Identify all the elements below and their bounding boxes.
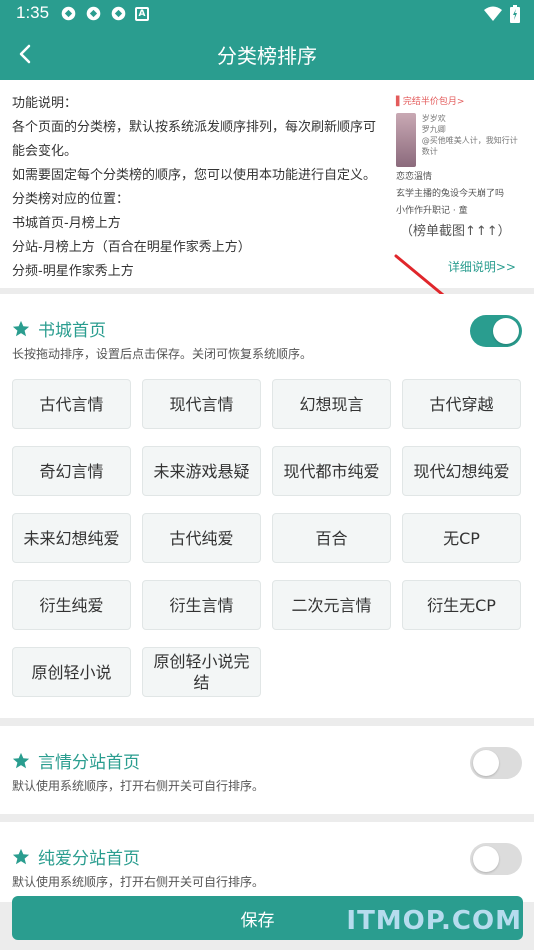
page-title: 分类榜排序: [217, 44, 317, 68]
app-bar: 分类榜排序: [0, 28, 534, 80]
star-icon: [12, 752, 30, 768]
wifi-icon: [484, 6, 502, 21]
category-chip[interactable]: 现代都市纯爱: [272, 446, 391, 496]
section-toggle[interactable]: [470, 315, 522, 347]
status-time: 1:35: [16, 3, 50, 22]
section-title: 书城首页: [38, 321, 106, 341]
star-icon: [12, 848, 30, 864]
info-line: 分站-月榜上方（百合在明星作家秀上方）: [12, 240, 251, 255]
category-chip[interactable]: 未来幻想纯爱: [12, 513, 131, 563]
category-chip[interactable]: 古代纯爱: [142, 513, 261, 563]
book-cover-image: [396, 113, 416, 167]
app-notification-icon: [61, 6, 76, 21]
category-chip[interactable]: 古代穿越: [402, 379, 521, 429]
section-bl-home: 纯爱分站首页 默认使用系统顺序，打开右侧开关可自行排序。: [0, 822, 534, 902]
category-chip[interactable]: 原创轻小说完结: [142, 647, 261, 697]
section-title: 言情分站首页: [38, 753, 140, 773]
info-line: 分频-明星作家秀上方: [12, 264, 134, 279]
toggle-knob: [473, 846, 499, 872]
category-chip[interactable]: 二次元言情: [272, 580, 391, 630]
preview-caption: （榜单截图↑↑↑）: [400, 224, 511, 239]
preview-book-title: 岁岁欢: [421, 114, 446, 123]
section-toggle[interactable]: [470, 843, 522, 875]
notification-icons: A: [60, 5, 149, 22]
category-chip[interactable]: 幻想现言: [272, 379, 391, 429]
status-bar: 1:35 A: [0, 0, 534, 28]
app-notification-icon: [86, 6, 101, 21]
section-desc: 长按拖动排序，设置后点击保存。关闭可恢复系统顺序。: [12, 347, 313, 361]
category-chip[interactable]: 古代言情: [12, 379, 131, 429]
preview-line: 玄学主播的兔设今天崩了吗: [396, 189, 505, 199]
ranking-screenshot-preview: ▌完结半价包月> 岁岁欢 罗九卿 @买他唯美人计，我知行计数计 恋恋溫情 玄学主…: [396, 94, 522, 218]
category-chip[interactable]: 衍生无CP: [402, 580, 521, 630]
info-line: 能会变化。: [12, 144, 78, 159]
section-toggle[interactable]: [470, 747, 522, 779]
category-chip[interactable]: 百合: [272, 513, 391, 563]
system-icons: [484, 5, 520, 23]
info-text: 功能说明： 各个页面的分类榜，默认按系统派发顺序排列，每次刷新顺序可 能会变化。…: [12, 92, 392, 284]
category-grid: 古代言情 现代言情 幻想现言 古代穿越 奇幻言情 未来游戏悬疑 现代都市纯爱 现…: [12, 379, 522, 697]
category-chip[interactable]: 未来游戏悬疑: [142, 446, 261, 496]
preview-banner: ▌完结半价包月>: [396, 97, 465, 107]
battery-icon: [510, 5, 520, 23]
a-notification-icon: A: [135, 7, 149, 21]
section-romance-home: 言情分站首页 默认使用系统顺序，打开右侧开关可自行排序。: [0, 726, 534, 814]
preview-book-author: 罗九卿: [421, 125, 446, 134]
toggle-knob: [473, 750, 499, 776]
site-watermark: ITMOP.COM: [346, 906, 522, 936]
star-icon: [12, 320, 30, 336]
toggle-knob: [493, 318, 519, 344]
category-chip[interactable]: 无CP: [402, 513, 521, 563]
preview-line: 恋恋溫情: [396, 172, 433, 182]
category-chip[interactable]: 衍生纯爱: [12, 580, 131, 630]
category-chip[interactable]: 现代幻想纯爱: [402, 446, 521, 496]
section-desc: 默认使用系统顺序，打开右侧开关可自行排序。: [12, 779, 265, 793]
category-chip[interactable]: 原创轻小说: [12, 647, 131, 697]
category-chip[interactable]: 衍生言情: [142, 580, 261, 630]
info-line: 各个页面的分类榜，默认按系统派发顺序排列，每次刷新顺序可: [12, 120, 377, 135]
category-chip[interactable]: 奇幻言情: [12, 446, 131, 496]
save-button-label: 保存: [240, 910, 275, 931]
preview-book-blurb: @买他唯美人计，我知行计数计: [421, 136, 518, 156]
section-title: 纯爱分站首页: [38, 849, 140, 869]
category-chip[interactable]: 现代言情: [142, 379, 261, 429]
info-line: 分类榜对应的位置：: [12, 192, 130, 207]
section-desc: 默认使用系统顺序，打开右侧开关可自行排序。: [12, 875, 265, 889]
info-line: 如需要固定每个分类榜的顺序，您可以使用本功能进行自定义。: [12, 168, 377, 183]
info-line: 书城首页-月榜上方: [12, 216, 121, 231]
section-bookstore-home: 书城首页 长按拖动排序，设置后点击保存。关闭可恢复系统顺序。 古代言情 现代言情…: [0, 294, 534, 718]
info-line: 功能说明：: [12, 96, 78, 111]
app-notification-icon: [111, 6, 126, 21]
preview-line: 小作作升职记 · 童: [396, 206, 468, 216]
